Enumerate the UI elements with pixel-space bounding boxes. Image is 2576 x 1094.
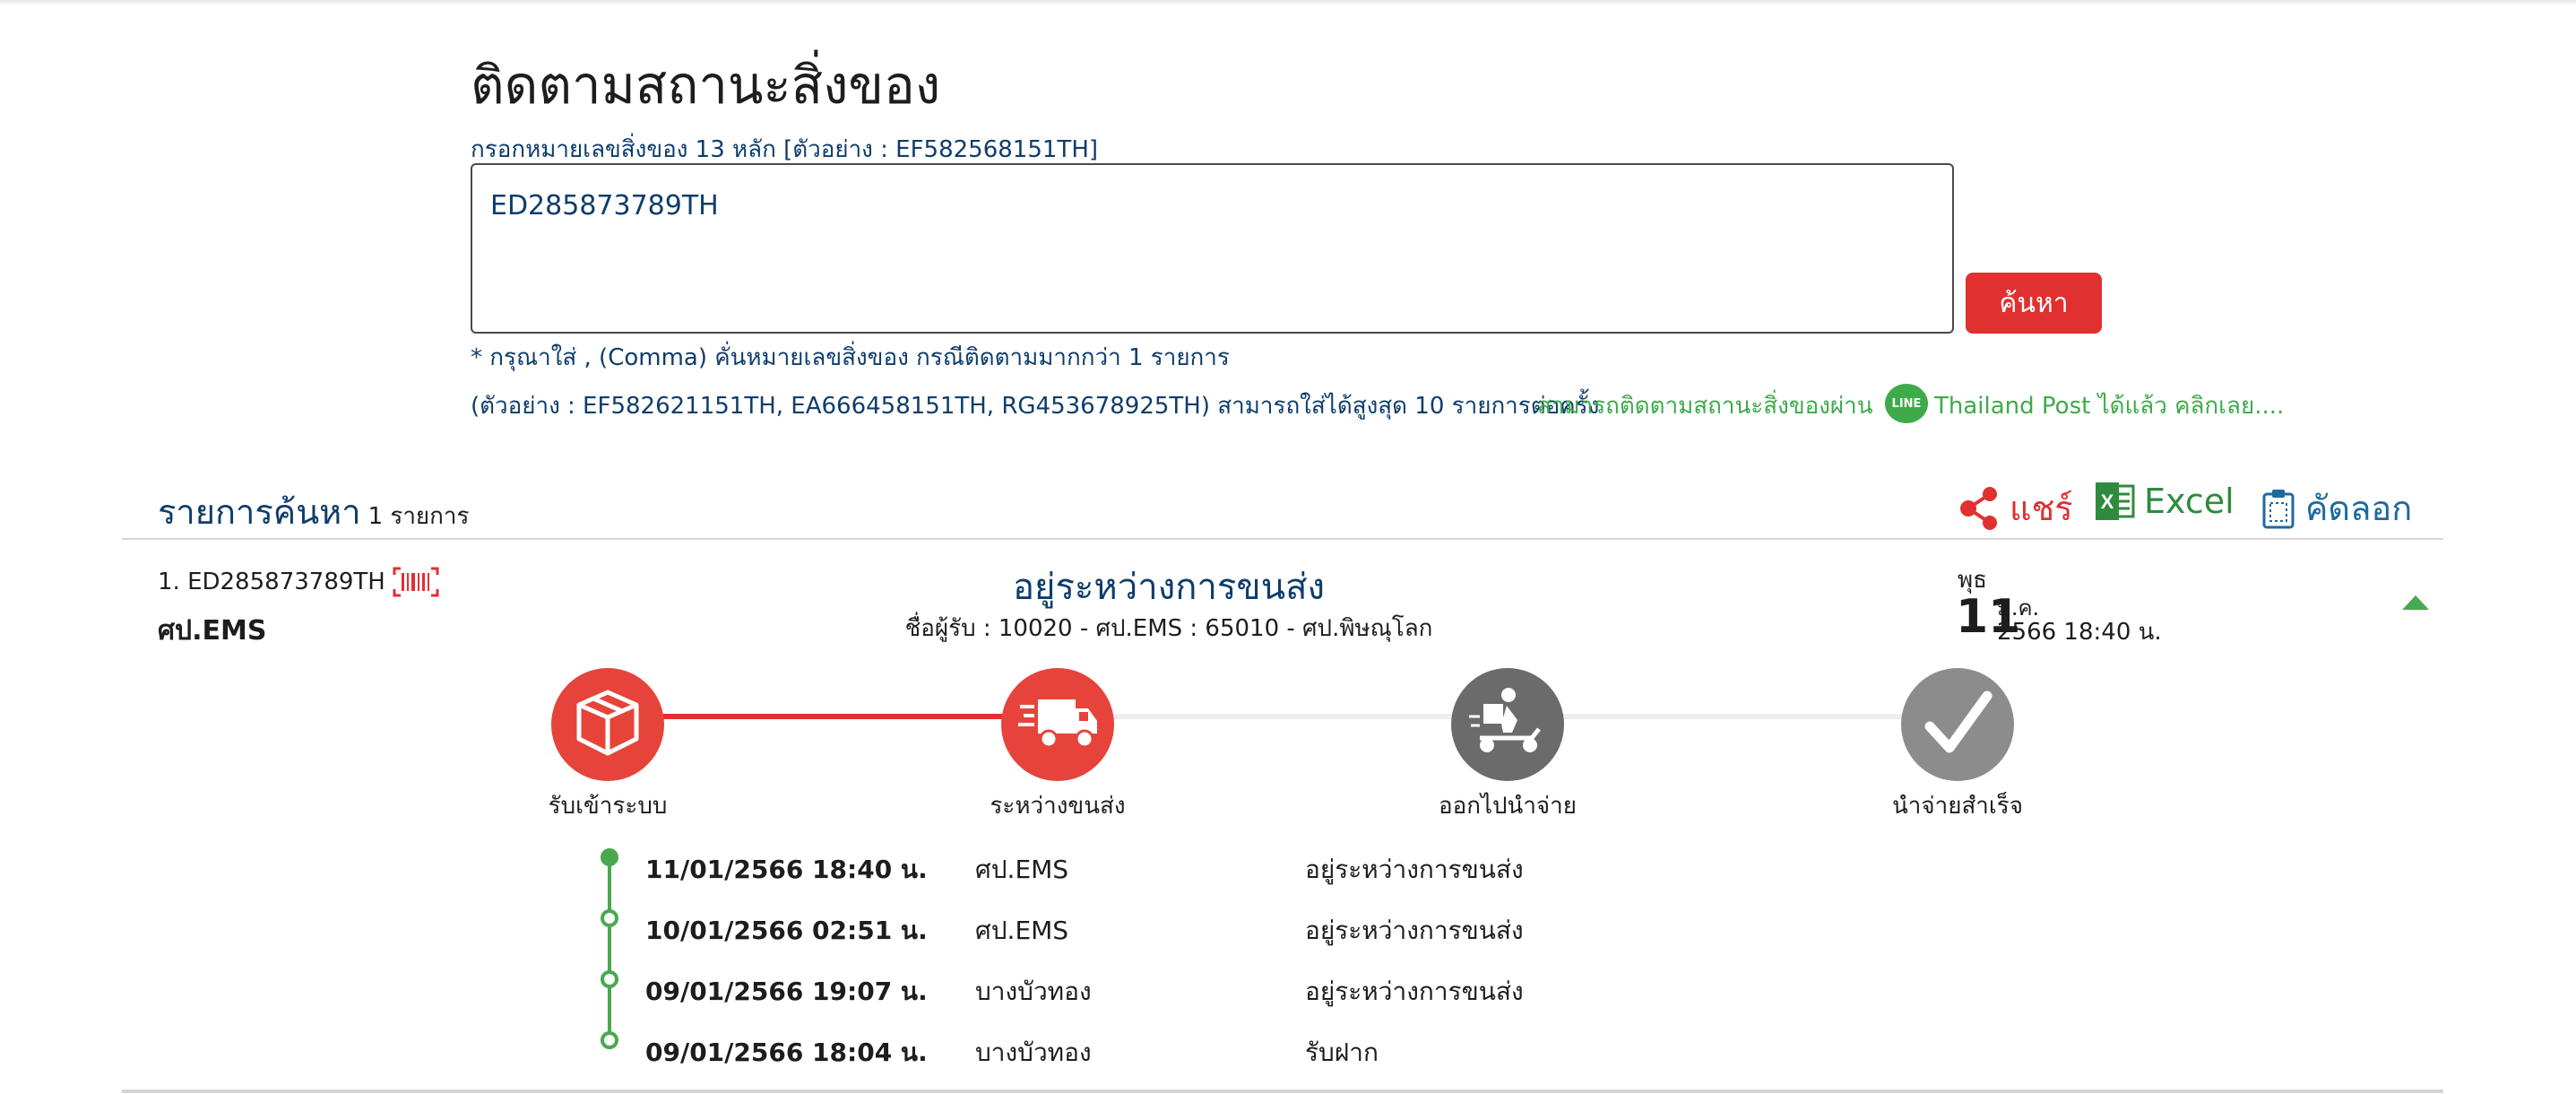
share-label: แชร์ xyxy=(2010,489,2073,528)
timeline-dot xyxy=(601,848,618,866)
results-divider xyxy=(122,538,2443,540)
step-received xyxy=(551,668,664,781)
share-icon xyxy=(1958,485,2001,532)
results-title: รายการค้นหา 1 รายการ xyxy=(158,484,469,539)
timeline-status: อยู่ระหว่างการขนส่ง xyxy=(1305,916,1524,945)
timeline-dot xyxy=(601,1031,618,1049)
status-title: อยู่ระหว่างการขนส่ง xyxy=(1012,567,1326,608)
share-button[interactable]: แชร์ xyxy=(1958,481,2073,535)
checkmark-icon xyxy=(1917,687,1998,762)
route-text: ชื่อผู้รับ : 10020 - ศป.EMS : 65010 - ศป… xyxy=(904,615,1433,642)
timeline-line xyxy=(608,857,611,1040)
line-promo-text[interactable]: สามารถติดตามสถานะสิ่งของผ่าน xyxy=(1537,387,1873,424)
step-label-in-transit: ระหว่างขนส่ง xyxy=(990,793,1126,820)
results-title-label: รายการค้นหา xyxy=(158,492,361,532)
timeline-location: บางบัวทอง xyxy=(975,977,1092,1006)
excel-label: Excel xyxy=(2144,482,2235,521)
timeline-date: 10/01/2566 02:51 น. xyxy=(645,916,928,945)
timeline-location: ศป.EMS xyxy=(975,855,1069,884)
tracking-number-input[interactable]: ED285873789TH xyxy=(471,163,1954,334)
date-year-time: 2566 18:40 น. xyxy=(1997,619,2162,646)
copy-button[interactable]: คัดลอก xyxy=(2260,481,2412,535)
line-icon[interactable]: LINE xyxy=(1885,384,1928,423)
step-label-out-for-delivery: ออกไปนำจ่าย xyxy=(1439,793,1577,820)
input-hint: กรอกหมายเลขสิ่งของ 13 หลัก [ตัวอย่าง : E… xyxy=(471,136,1099,163)
truck-icon xyxy=(1016,687,1099,762)
timeline-date: 09/01/2566 19:07 น. xyxy=(645,977,928,1006)
timeline-dot xyxy=(601,909,618,927)
top-shadow xyxy=(0,0,2576,5)
box-icon xyxy=(570,685,645,764)
page-title: ติดตามสถานะสิ่งของ xyxy=(471,55,941,116)
timeline-dot xyxy=(601,970,618,988)
line-promo-link[interactable]: Thailand Post ได้แล้ว คลิกเลย.... xyxy=(1934,387,2284,424)
excel-icon: X xyxy=(2094,481,2135,522)
item-office: ศป.EMS xyxy=(158,615,267,647)
comma-note: * กรุณาใส่ , (Comma) คั่นหมายเลขสิ่งของ … xyxy=(471,344,1230,371)
copy-label: คัดลอก xyxy=(2305,489,2413,528)
timeline-status: อยู่ระหว่างการขนส่ง xyxy=(1305,977,1524,1006)
collapse-arrow-icon[interactable] xyxy=(2400,594,2431,615)
step-label-delivered: นำจ่ายสำเร็จ xyxy=(1892,793,2023,820)
timeline-location: บางบัวทอง xyxy=(975,1038,1092,1067)
clipboard-icon xyxy=(2260,488,2296,529)
search-button[interactable]: ค้นหา xyxy=(1966,273,2102,334)
results-count: 1 รายการ xyxy=(367,503,470,530)
timeline-date: 09/01/2566 18:04 น. xyxy=(645,1038,928,1067)
timeline-date: 11/01/2566 18:40 น. xyxy=(645,855,928,884)
item-id-label: 1. ED285873789TH xyxy=(158,569,385,595)
example-note: (ตัวอย่าง : EF582621151TH, EA666458151TH… xyxy=(471,393,1600,420)
step-delivered xyxy=(1901,668,2014,781)
progress-line-done xyxy=(663,714,1004,719)
timeline-status: อยู่ระหว่างการขนส่ง xyxy=(1305,855,1524,884)
svg-text:X: X xyxy=(2101,491,2114,513)
barcode-icon[interactable] xyxy=(393,567,439,597)
bottom-divider xyxy=(122,1090,2443,1093)
step-out-for-delivery xyxy=(1451,668,1564,781)
timeline-status: รับฝาก xyxy=(1305,1038,1379,1067)
step-in-transit xyxy=(1001,668,1114,781)
delivery-scooter-icon xyxy=(1467,684,1548,765)
excel-button[interactable]: X Excel xyxy=(2094,481,2235,522)
step-label-received: รับเข้าระบบ xyxy=(548,793,668,820)
timeline-location: ศป.EMS xyxy=(975,916,1069,945)
item-tracking-id: 1. ED285873789TH xyxy=(158,567,439,597)
